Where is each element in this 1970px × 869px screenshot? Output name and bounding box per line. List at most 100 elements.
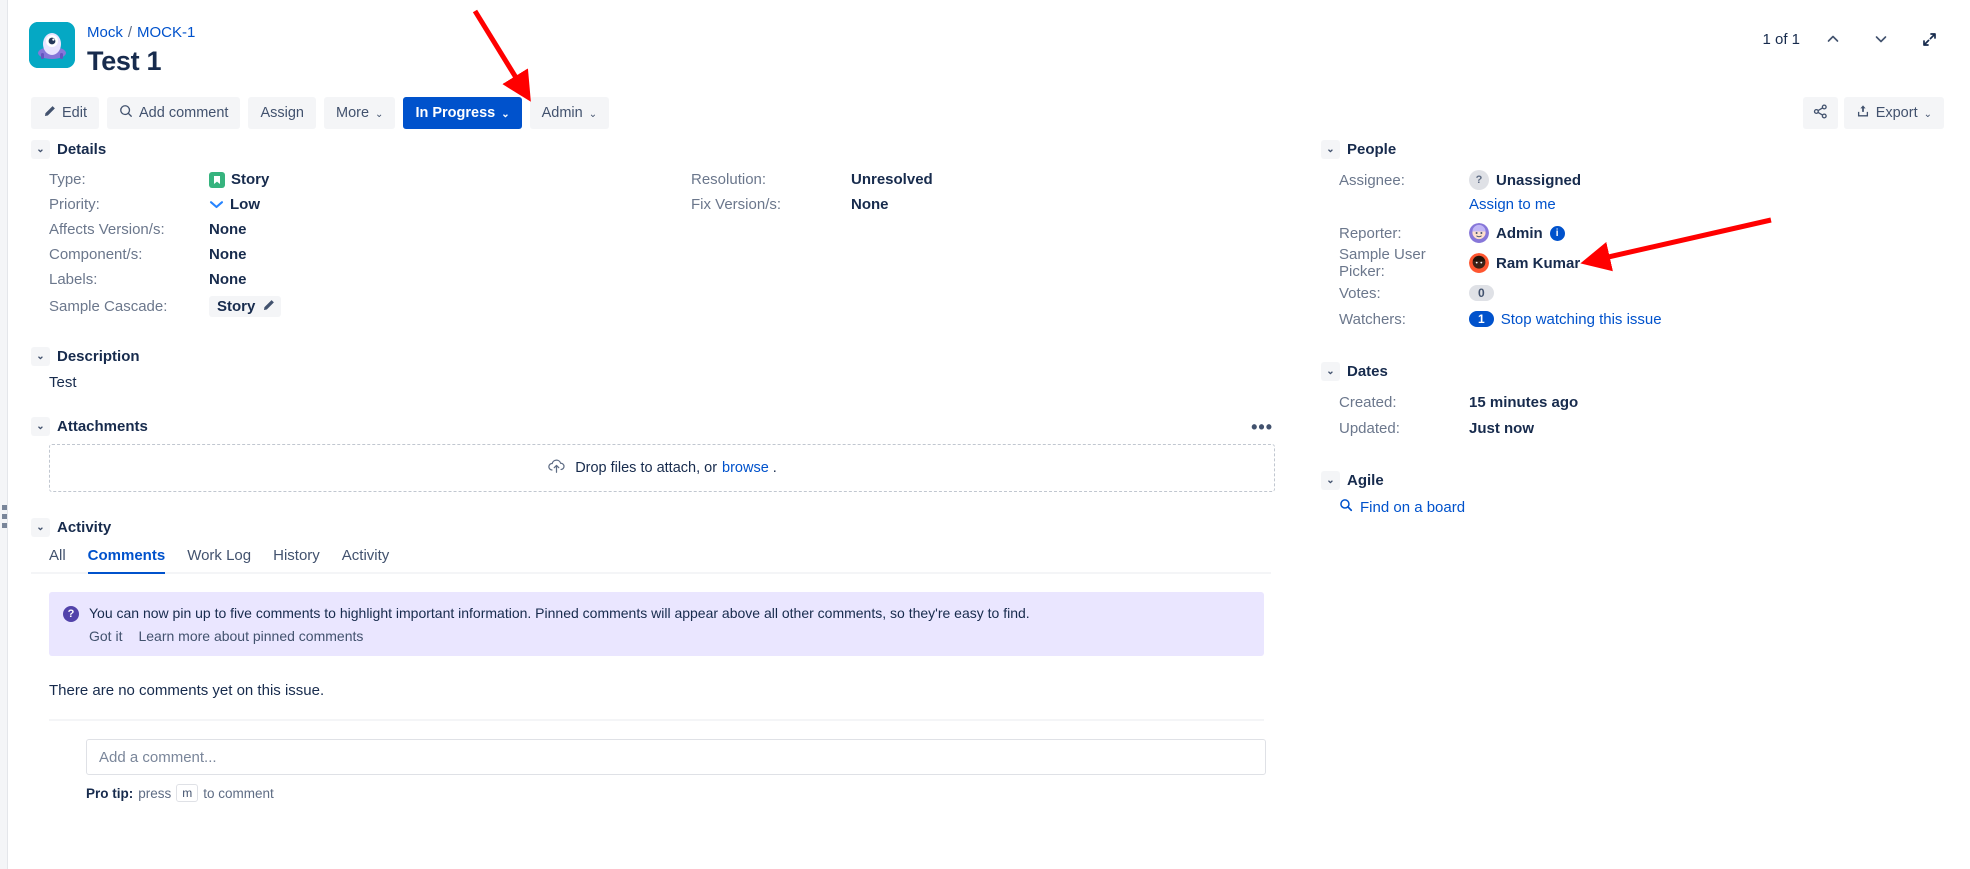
more-button[interactable]: More ⌄ — [324, 97, 396, 129]
watchers-badge[interactable]: 1 — [1469, 311, 1494, 327]
people-module-header: ⌄ People — [1321, 140, 1941, 159]
dates-row-created: Created: 15 minutes ago — [1339, 389, 1941, 415]
search-icon — [1339, 498, 1353, 516]
info-icon[interactable]: i — [1549, 225, 1565, 241]
tab-work-log[interactable]: Work Log — [187, 547, 251, 574]
detail-row-fix-version: Fix Version/s: None — [691, 192, 1251, 217]
assignee-value[interactable]: ? Unassigned — [1469, 170, 1581, 190]
pencil-icon — [43, 105, 56, 122]
chevron-up-icon[interactable] — [1818, 26, 1848, 52]
cloud-upload-icon — [547, 458, 566, 478]
edit-button[interactable]: Edit — [31, 97, 99, 129]
reporter-label: Reporter: — [1339, 224, 1402, 242]
chevron-down-icon[interactable]: ⌄ — [31, 417, 50, 436]
people-row-watchers: Watchers: 1 Stop watching this issue — [1339, 306, 1941, 332]
ellipsis-icon[interactable]: ••• — [1251, 418, 1273, 436]
details-left-column: Type: Story Priority: Low Affects Versio… — [31, 167, 691, 321]
learn-more-link[interactable]: Learn more about pinned comments — [138, 628, 363, 644]
people-row-sample-user-picker: Sample User Picker: Ram Kumar — [1339, 246, 1941, 280]
created-label: Created: — [1339, 393, 1397, 411]
pro-tip: Pro tip: press m to comment — [86, 784, 1275, 802]
chevron-down-icon[interactable]: ⌄ — [1321, 362, 1340, 381]
pager-count: 1 of 1 — [1762, 30, 1800, 48]
add-comment-button[interactable]: Add comment — [107, 97, 241, 129]
chevron-down-icon[interactable]: ⌄ — [1321, 140, 1340, 159]
user-picker-value[interactable]: Ram Kumar — [1469, 253, 1580, 273]
details-module-header: ⌄ Details — [31, 140, 1293, 159]
chevron-down-icon[interactable]: ⌄ — [31, 347, 50, 366]
unassigned-avatar-icon: ? — [1469, 170, 1489, 190]
left-rail — [0, 0, 8, 869]
sample-cascade-field[interactable]: Story — [209, 296, 282, 317]
reporter-value[interactable]: Admin i — [1469, 223, 1565, 243]
no-comments-message: There are no comments yet on this issue. — [49, 682, 325, 699]
reporter-name: Admin — [1496, 224, 1543, 242]
attachments-heading: Attachments — [57, 418, 148, 435]
share-button[interactable] — [1802, 97, 1838, 129]
detail-row-priority: Priority: Low — [49, 192, 691, 217]
priority-low-icon — [209, 198, 224, 212]
tab-activity[interactable]: Activity — [342, 547, 390, 574]
details-heading: Details — [57, 141, 107, 158]
status-transition-button[interactable]: In Progress ⌄ — [403, 97, 522, 129]
people-row-reporter: Reporter: Admin i — [1339, 220, 1941, 246]
attachment-dropzone[interactable]: Drop files to attach, or browse. — [49, 444, 1275, 492]
comment-input[interactable]: Add a comment... — [86, 739, 1266, 775]
detail-value-text: Story — [231, 171, 270, 188]
issue-toolbar: Edit Add comment Assign More ⌄ In Progre… — [31, 97, 610, 129]
jira-issue-page: Mock / MOCK-1 Test 1 1 of 1 Edit Add com… — [0, 0, 1970, 869]
chevron-down-icon[interactable]: ⌄ — [31, 518, 50, 537]
detail-row-type: Type: Story — [49, 167, 691, 192]
chevron-down-icon: ⌄ — [588, 108, 598, 120]
votes-badge[interactable]: 0 — [1469, 285, 1494, 301]
assign-button[interactable]: Assign — [248, 97, 316, 129]
breadcrumb-issue-link[interactable]: MOCK-1 — [137, 24, 195, 41]
agile-module: ⌄ Agile Find on a board — [1321, 471, 1941, 516]
description-heading: Description — [57, 348, 140, 365]
pinned-comments-notice: ? You can now pin up to five comments to… — [49, 592, 1264, 656]
description-body[interactable]: Test — [31, 374, 1293, 391]
details-module: Type: Story Priority: Low Affects Versio… — [31, 167, 1293, 321]
detail-row-labels: Labels: None — [49, 267, 691, 292]
stop-watching-link[interactable]: Stop watching this issue — [1501, 311, 1662, 328]
add-comment-button-label: Add comment — [139, 105, 229, 121]
ram-kumar-avatar-icon — [1469, 253, 1489, 273]
export-button[interactable]: Export ⌄ — [1843, 97, 1944, 129]
sidebar-resize-handle[interactable] — [2, 505, 7, 531]
pencil-icon[interactable] — [262, 299, 275, 315]
page-content: Mock / MOCK-1 Test 1 1 of 1 Edit Add com… — [9, 0, 1970, 869]
tab-comments[interactable]: Comments — [87, 547, 166, 574]
issue-main-column: ⌄ Details Type: Story Priority: Low Affe… — [31, 140, 1293, 802]
browse-link[interactable]: browse — [722, 460, 769, 476]
admin-button[interactable]: Admin ⌄ — [529, 97, 610, 129]
question-icon: ? — [63, 606, 79, 622]
activity-tabs: All Comments Work Log History Activity — [31, 547, 1271, 574]
export-button-label: Export — [1875, 105, 1918, 121]
assign-to-me-link[interactable]: Assign to me — [1339, 193, 1941, 220]
chevron-down-icon[interactable] — [1866, 26, 1896, 52]
chevron-down-icon[interactable]: ⌄ — [31, 140, 50, 159]
expand-icon[interactable] — [1914, 26, 1944, 52]
add-comment-box: Add a comment... Pro tip: press m to com… — [86, 739, 1275, 802]
agile-heading: Agile — [1347, 472, 1384, 489]
got-it-button[interactable]: Got it — [89, 628, 122, 644]
find-on-board-link[interactable]: Find on a board — [1321, 498, 1941, 516]
find-on-board-label: Find on a board — [1360, 498, 1466, 516]
detail-label: Labels: — [49, 271, 98, 288]
tab-all[interactable]: All — [49, 547, 66, 574]
assign-button-label: Assign — [260, 105, 304, 121]
chevron-down-icon[interactable]: ⌄ — [1321, 471, 1340, 490]
detail-label: Fix Version/s: — [691, 196, 782, 213]
story-icon — [209, 171, 225, 188]
detail-value-text: None — [209, 246, 247, 263]
notice-text: You can now pin up to five comments to h… — [89, 605, 1030, 621]
created-value: 15 minutes ago — [1469, 393, 1579, 411]
breadcrumb-project-link[interactable]: Mock — [87, 24, 123, 41]
pro-tip-suffix: to comment — [203, 785, 274, 801]
chevron-down-icon: ⌄ — [1923, 108, 1932, 120]
activity-module-header: ⌄ Activity — [31, 518, 1293, 537]
tab-history[interactable]: History — [273, 547, 320, 574]
dropzone-text: Drop files to attach, or — [575, 460, 718, 476]
chevron-down-icon: ⌄ — [375, 108, 384, 120]
details-right-column: Resolution: Unresolved Fix Version/s: No… — [691, 167, 1251, 321]
